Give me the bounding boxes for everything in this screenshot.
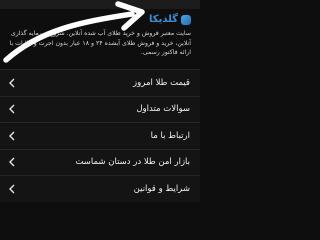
menu-item-label: قیمت طلا امروز bbox=[133, 77, 190, 88]
menu-item-label: ارتباط با ما bbox=[150, 130, 190, 141]
chevron-left-icon bbox=[9, 131, 15, 141]
menu-item-contact[interactable]: ارتباط با ما bbox=[0, 122, 200, 149]
chevron-left-icon bbox=[9, 104, 15, 114]
chevron-left-icon bbox=[9, 78, 15, 88]
description-line: ارائه فاکتور رسمی. bbox=[140, 49, 191, 56]
menu-item-label: سوالات متداول bbox=[136, 104, 190, 115]
brand-row: گلدیکا bbox=[6, 13, 191, 27]
description-line: آنلاین، خرید و فروش طلای آبشده ۲۴ و ۱۸ ع… bbox=[9, 39, 191, 47]
menu-item-terms[interactable]: شرایط و قوانین bbox=[0, 175, 200, 202]
status-bar bbox=[0, 0, 200, 9]
menu-item-safe-market[interactable]: بازار امن طلا در دستان شماست bbox=[0, 148, 200, 175]
about-section: گلدیکا سایت معتبر فروش و خرید طلای آب شد… bbox=[0, 9, 200, 69]
menu-item-label: شرایط و قوانین bbox=[133, 183, 190, 194]
chevron-left-icon bbox=[9, 157, 15, 167]
menu-item-faq[interactable]: سوالات متداول bbox=[0, 95, 200, 122]
brand-description: سایت معتبر فروش و خرید طلای آب شده آنلای… bbox=[6, 29, 191, 58]
menu-item-gold-price[interactable]: قیمت طلا امروز bbox=[0, 69, 200, 96]
menu-list: قیمت طلا امروز سوالات متداول ارتباط با م… bbox=[0, 69, 200, 202]
brand-name: گلدیکا bbox=[149, 14, 178, 25]
chevron-left-icon bbox=[9, 184, 15, 194]
menu-item-label: بازار امن طلا در دستان شماست bbox=[75, 157, 190, 168]
app-logo-icon bbox=[181, 15, 191, 25]
description-line: سایت معتبر فروش و خرید طلای آب شده آنلای… bbox=[10, 30, 191, 37]
